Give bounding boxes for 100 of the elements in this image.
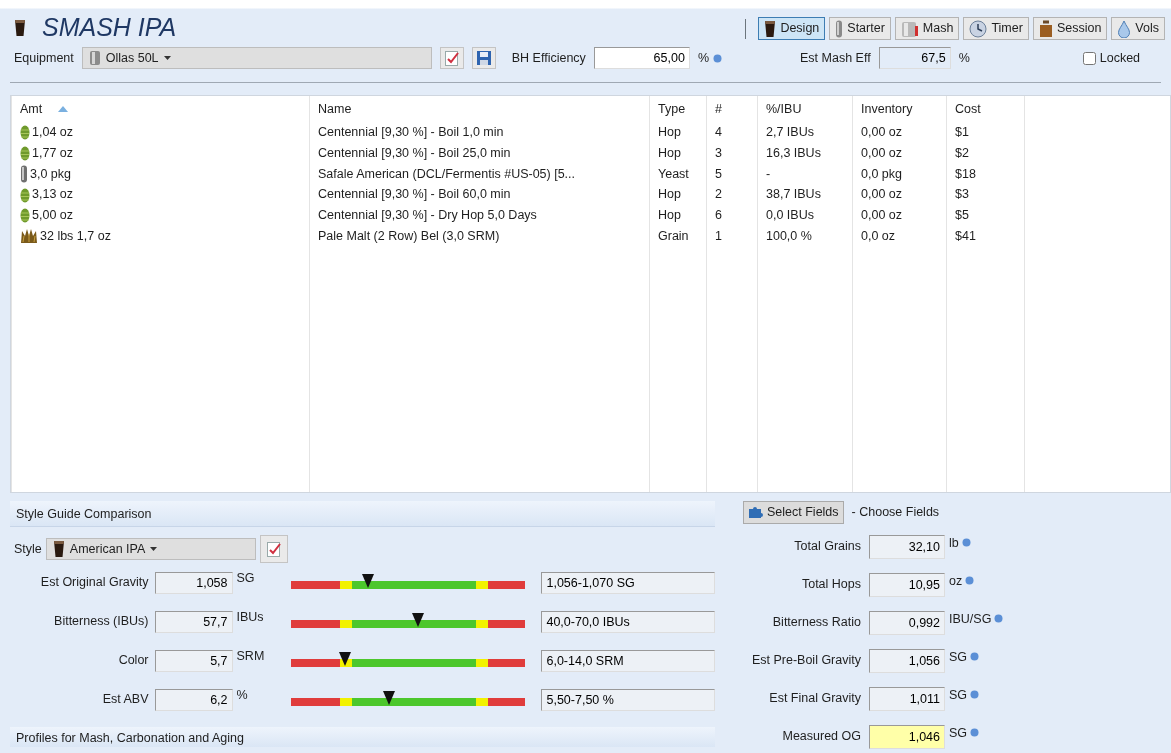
- range-field[interactable]: 40,0-70,0 IBUs: [541, 610, 715, 633]
- style-dropdown[interactable]: American IPA: [45, 538, 256, 560]
- column-header[interactable]: %/IBU: [766, 99, 802, 119]
- table-cell: 0,00 oz: [861, 208, 902, 222]
- table-cell-text: 32 lbs 1,7 oz: [40, 227, 111, 245]
- table-cell: Grain: [658, 228, 689, 243]
- table-cell: 0,0 IBUs: [766, 208, 814, 222]
- value-field[interactable]: 10,95: [869, 572, 945, 597]
- table-cell: Hop: [658, 187, 681, 202]
- unit-label: IBU/SG: [949, 610, 992, 628]
- info-dot-icon: [713, 53, 722, 63]
- column-header[interactable]: Amt: [20, 99, 69, 119]
- column-header[interactable]: Name: [318, 99, 352, 119]
- table-cell: -: [766, 166, 771, 181]
- table-cell-text: 1,04 oz: [32, 124, 73, 141]
- field-label: Bitterness Ratio: [771, 614, 862, 632]
- table-cell-text: 3,0 pkg: [30, 165, 71, 183]
- grain-icon: [20, 228, 38, 245]
- column-header[interactable]: Cost: [955, 99, 981, 119]
- info-dot-icon: [961, 537, 971, 547]
- table-cell: 0,0 oz: [861, 228, 896, 243]
- check-button[interactable]: [439, 47, 464, 69]
- table-cell: $41: [955, 228, 976, 243]
- toolbar-tab[interactable]: Starter: [829, 17, 891, 40]
- column-header[interactable]: #: [715, 99, 722, 119]
- bh-efficiency-field[interactable]: 65,00: [593, 47, 690, 69]
- value-field[interactable]: 57,7: [154, 610, 233, 633]
- locked-label: Locked: [1099, 49, 1141, 67]
- unit-label: %: [235, 687, 249, 704]
- toolbar-tab[interactable]: Design: [758, 17, 826, 40]
- tube-icon: [20, 164, 28, 183]
- column-header[interactable]: Type: [658, 99, 686, 119]
- info-dot-icon: [994, 613, 1004, 623]
- checklist-icon: [265, 541, 282, 557]
- value-field[interactable]: 5,7: [154, 649, 233, 672]
- table-cell: Hop: [658, 145, 681, 160]
- table-cell: 0,00 oz: [861, 125, 902, 139]
- range-field[interactable]: 6,0-14,0 SRM: [541, 649, 715, 672]
- table-cell: $18: [955, 166, 976, 181]
- value-field[interactable]: 6,2: [154, 688, 233, 711]
- field-label: Est Final Gravity: [768, 690, 862, 708]
- field-label: Est ABV: [101, 691, 150, 709]
- toolbar-tab[interactable]: Mash: [894, 17, 960, 40]
- bh-efficiency-label: BH Efficiency: [511, 49, 586, 67]
- table-cell: 38,7 IBUs: [766, 187, 821, 202]
- section-title: Style Guide Comparison: [16, 507, 152, 521]
- table-cell-text: 1,77 oz: [32, 144, 73, 162]
- toolbar-tab[interactable]: Timer: [963, 17, 1029, 40]
- value-field[interactable]: 1,046: [869, 724, 945, 749]
- info-dot-icon: [970, 727, 980, 737]
- table-cell: $5: [955, 208, 969, 222]
- field-label: Color: [117, 652, 150, 670]
- table-cell: 0,00 oz: [861, 187, 902, 202]
- unit-label: IBUs: [235, 609, 265, 626]
- equipment-dropdown[interactable]: Ollas 50L: [81, 47, 432, 69]
- toolbar-tab[interactable]: Vols: [1111, 17, 1165, 40]
- table-cell-text: 3,13 oz: [32, 186, 73, 204]
- clock-icon: [969, 19, 988, 38]
- save-icon: [475, 50, 492, 66]
- hop-icon: [20, 145, 30, 162]
- table-cell: 5: [715, 166, 722, 181]
- value-field[interactable]: 32,10: [869, 534, 945, 559]
- section-title: Profiles for Mash, Carbonation and Aging: [16, 731, 244, 745]
- range-field[interactable]: 1,056-1,070 SG: [541, 571, 715, 594]
- style-label: Style: [14, 540, 42, 558]
- unit-label: %: [697, 49, 709, 67]
- est-mash-eff-field[interactable]: 67,5: [878, 47, 951, 69]
- cylinder-icon: [88, 50, 101, 66]
- table-cell: Pale Malt (2 Row) Bel (3,0 SRM): [318, 228, 500, 243]
- select-fields-button[interactable]: Select Fields: [743, 501, 844, 524]
- table-cell: 2: [715, 187, 722, 202]
- unit-label: SG: [949, 724, 968, 742]
- caret-icon: [150, 547, 158, 551]
- recipe-title: SMASH IPA: [42, 15, 177, 40]
- table-cell: 3: [715, 145, 722, 160]
- value-field[interactable]: 1,011: [869, 686, 945, 711]
- field-label: Est Original Gravity: [39, 574, 150, 592]
- field-label: Est Pre-Boil Gravity: [750, 652, 862, 670]
- check-button[interactable]: [259, 535, 288, 563]
- value-field[interactable]: 1,056: [869, 648, 945, 673]
- value-field[interactable]: 1,058: [154, 571, 233, 594]
- table-cell: Centennial [9,30 %] - Boil 25,0 min: [318, 145, 511, 160]
- save-button[interactable]: [471, 47, 496, 69]
- field-label: Total Hops: [800, 576, 862, 594]
- table-cell: Centennial [9,30 %] - Boil 60,0 min: [318, 187, 511, 202]
- drop-icon: [1117, 19, 1132, 38]
- glass-icon: [14, 18, 26, 37]
- table-cell: Hop: [658, 125, 681, 139]
- range-field[interactable]: 5,50-7,50 %: [541, 688, 715, 711]
- table-cell-text: 5,00 oz: [32, 207, 73, 224]
- est-mash-eff-label: Est Mash Eff: [800, 49, 871, 67]
- hop-icon: [20, 186, 30, 203]
- table-cell: $1: [955, 125, 969, 139]
- hop-icon: [20, 207, 30, 224]
- field-label: Total Grains: [793, 538, 862, 556]
- locked-checkbox[interactable]: [1082, 51, 1096, 65]
- value-field[interactable]: 0,992: [869, 610, 945, 635]
- hint-text: - Choose Fields: [851, 504, 940, 521]
- toolbar-tab[interactable]: Session: [1032, 17, 1108, 40]
- column-header[interactable]: Inventory: [861, 99, 913, 119]
